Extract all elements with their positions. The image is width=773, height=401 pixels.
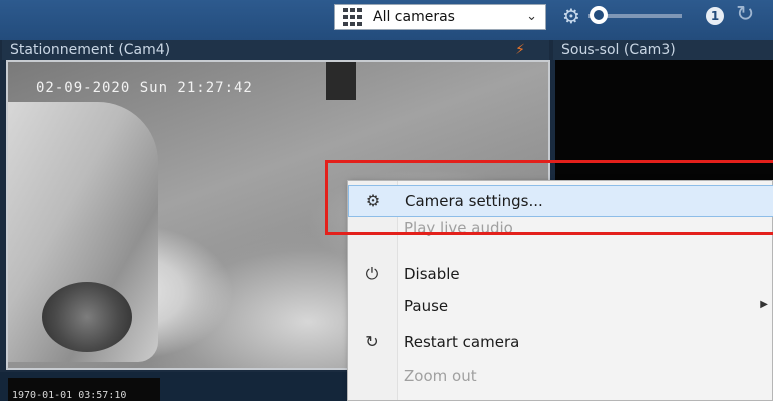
menu-item-play-live-audio: Play live audio <box>348 219 773 241</box>
camera-title: Stationnement (Cam4) <box>10 42 171 58</box>
gear-icon[interactable]: ⚙ <box>562 6 582 26</box>
bolt-icon: ⚡ <box>515 42 525 58</box>
camera-feed-sous-sol[interactable] <box>555 60 773 180</box>
chevron-down-icon: ⌄ <box>526 9 537 24</box>
camera-viewer-window: All cameras ⌄ ⚙ 1 ↻ Stationnement (Cam4)… <box>0 0 773 401</box>
menu-item-label: Play live audio <box>404 219 513 237</box>
video-timestamp-overlay: 02-09-2020 Sun 21:27:42 <box>36 80 253 96</box>
zoom-slider-handle[interactable] <box>590 6 608 24</box>
camera-context-menu: ⚙ Camera settings... Play live audio ⏻ D… <box>347 180 773 401</box>
grid-icon <box>343 8 365 26</box>
camera-selector-dropdown[interactable]: All cameras ⌄ <box>334 4 546 30</box>
gear-icon: ⚙ <box>365 191 381 210</box>
menu-item-camera-settings[interactable]: ⚙ Camera settings... <box>348 185 773 217</box>
top-toolbar: All cameras ⌄ ⚙ 1 ↻ <box>0 0 773 40</box>
power-icon: ⏻ <box>365 264 379 283</box>
menu-item-pause[interactable]: Pause ▶ <box>348 291 773 323</box>
menu-item-label: Restart camera <box>404 333 520 351</box>
menu-item-zoom-out: Zoom out <box>348 361 773 393</box>
video-post-shape <box>326 62 356 100</box>
camera-tile-header[interactable]: Sous-sol (Cam3) <box>553 40 773 60</box>
camera-selector-value: All cameras <box>373 9 455 25</box>
menu-item-label: Zoom out <box>404 367 477 385</box>
single-view-button[interactable]: 1 <box>706 7 724 25</box>
menu-item-label: Camera settings... <box>405 192 543 210</box>
refresh-icon: ↻ <box>365 332 379 351</box>
menu-item-label: Disable <box>404 265 460 283</box>
video-wheel-shape <box>42 282 132 352</box>
video-timestamp-overlay: 1970-01-01 03:57:10 <box>12 390 127 401</box>
refresh-icon[interactable]: ↻ <box>736 2 754 27</box>
camera-tile-header[interactable]: Stationnement (Cam4) ⚡ <box>2 40 549 60</box>
camera-title: Sous-sol (Cam3) <box>561 42 676 58</box>
menu-item-disable[interactable]: ⏻ Disable <box>348 259 773 291</box>
menu-item-label: Pause <box>404 297 449 315</box>
submenu-arrow-icon: ▶ <box>760 299 768 310</box>
menu-item-restart-camera[interactable]: ↻ Restart camera <box>348 327 773 359</box>
